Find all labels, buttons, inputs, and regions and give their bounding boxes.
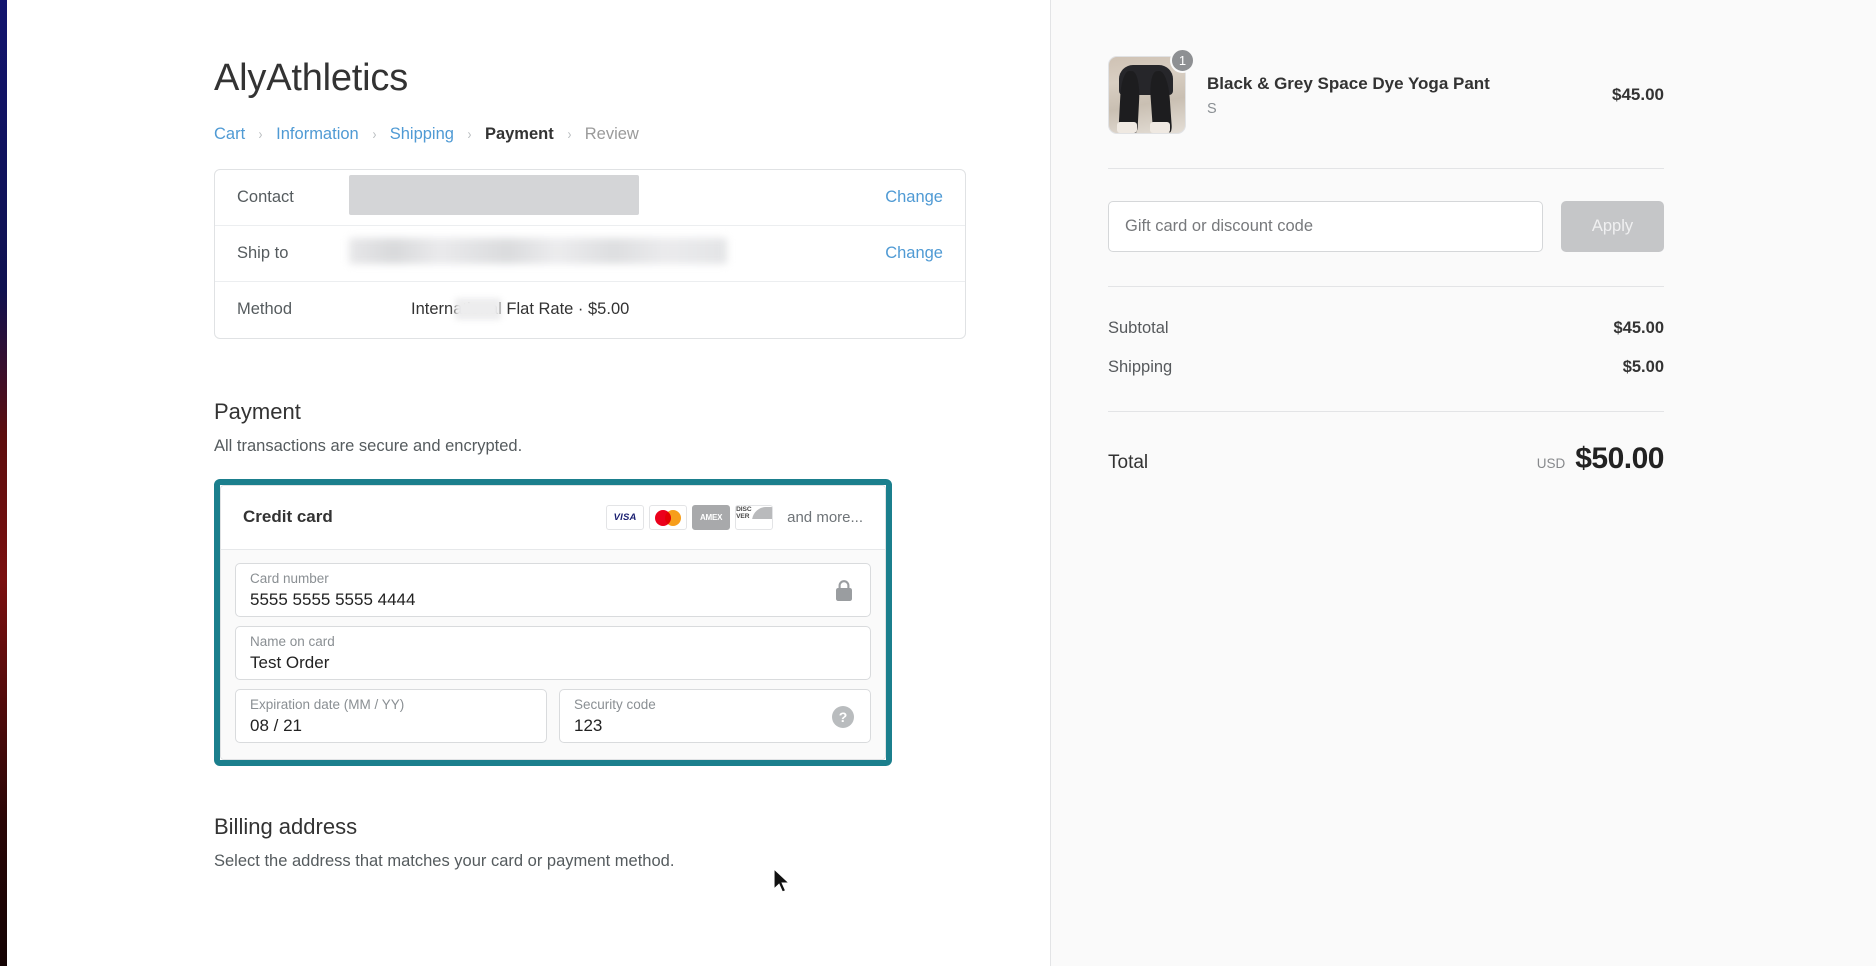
checkout-main-column: AlyAthletics Cart › Information › Shippi… — [0, 0, 1050, 966]
order-totals: Subtotal $45.00 Shipping $5.00 — [1108, 319, 1664, 377]
grand-total-row: Total USD $50.00 — [1108, 442, 1664, 476]
quantity-badge: 1 — [1170, 48, 1195, 73]
payment-heading: Payment — [214, 398, 301, 424]
more-brands-label: and more... — [787, 508, 863, 526]
expiration-date-value: 08 / 21 — [250, 715, 302, 735]
checkout-page: AlyAthletics Cart › Information › Shippi… — [0, 0, 1876, 966]
change-contact-link[interactable]: Change — [885, 188, 943, 207]
chevron-right-icon: › — [467, 125, 472, 143]
apply-discount-button[interactable]: Apply — [1561, 201, 1664, 252]
credit-card-fields: Card number 5555 5555 5555 4444 Name on … — [221, 549, 885, 759]
payment-section-header: Payment All transactions are secure and … — [214, 399, 1050, 456]
help-icon[interactable]: ? — [832, 705, 854, 728]
product-info: Black & Grey Space Dye Yoga Pant S — [1186, 73, 1612, 117]
subtotal-label: Subtotal — [1108, 319, 1169, 337]
card-number-label: Card number — [250, 570, 329, 586]
discount-code-row: Apply — [1108, 201, 1664, 252]
subtotal-value: $45.00 — [1613, 319, 1664, 337]
security-code-value: 123 — [574, 715, 603, 735]
window-edge-artifact — [0, 0, 7, 966]
shipping-label: Shipping — [1108, 358, 1173, 376]
card-number-value: 5555 5555 5555 4444 — [250, 589, 416, 609]
subtotal-line: Subtotal $45.00 — [1108, 319, 1664, 338]
product-price: $45.00 — [1612, 85, 1664, 104]
currency-code: USD — [1536, 456, 1566, 471]
card-number-field[interactable]: Card number 5555 5555 5555 4444 — [235, 562, 871, 617]
ship-to-value — [349, 237, 885, 269]
page-title: AlyAthletics — [214, 57, 409, 99]
billing-subtitle: Select the address that matches your car… — [214, 851, 675, 870]
shipping-value: $5.00 — [1622, 358, 1664, 376]
redacted-address-value — [349, 237, 727, 264]
product-thumbnail-wrap: 1 — [1108, 48, 1195, 134]
ship-to-row: Ship to Change — [215, 226, 965, 282]
breadcrumb-item-cart[interactable]: Cart — [214, 125, 245, 144]
shipping-line: Shipping $5.00 — [1108, 358, 1664, 377]
order-summary-sidebar: 1 Black & Grey Space Dye Yoga Pant S $45… — [1050, 0, 1876, 966]
breadcrumb-item-payment: Payment — [484, 124, 554, 143]
mouse-cursor — [772, 867, 792, 901]
credit-card-label: Credit card — [243, 507, 333, 527]
total-label: Total — [1108, 452, 1149, 473]
credit-card-header[interactable]: Credit card VISA AMEX DISC VER and more.… — [221, 485, 885, 550]
mastercard-logo-icon — [649, 504, 688, 530]
breadcrumb-item-information[interactable]: Information — [276, 125, 359, 144]
product-variant: S — [1207, 101, 1217, 118]
contact-row: Contact Change — [215, 170, 965, 226]
payment-method-highlight: Credit card VISA AMEX DISC VER and more.… — [214, 478, 892, 766]
method-label: Method — [237, 300, 293, 319]
contact-value — [349, 174, 885, 220]
ship-to-label: Ship to — [237, 243, 289, 262]
chevron-right-icon: › — [258, 125, 263, 143]
breadcrumb: Cart › Information › Shipping › Payment … — [214, 125, 1050, 144]
lock-icon — [834, 579, 854, 608]
security-code-field[interactable]: Security code 123 ? — [559, 688, 871, 743]
divider — [1108, 168, 1664, 169]
credit-card-panel: Credit card VISA AMEX DISC VER and more.… — [220, 484, 886, 760]
discount-code-input[interactable] — [1108, 201, 1543, 252]
method-value: International Flat Rate · $5.00 — [411, 300, 630, 319]
redacted-method-artifact — [455, 297, 501, 320]
divider — [1108, 286, 1664, 287]
divider — [1108, 411, 1664, 412]
security-code-label: Security code — [574, 696, 656, 712]
payment-subtitle: All transactions are secure and encrypte… — [214, 436, 523, 455]
name-on-card-label: Name on card — [250, 633, 335, 649]
chevron-right-icon: › — [567, 125, 572, 143]
total-amount: $50.00 — [1575, 442, 1664, 475]
name-on-card-value: Test Order — [250, 652, 330, 672]
cart-line-item: 1 Black & Grey Space Dye Yoga Pant S $45… — [1108, 48, 1664, 134]
name-on-card-field[interactable]: Name on card Test Order — [235, 625, 871, 680]
order-details-card: Contact Change Ship to Change Method Int… — [214, 168, 966, 339]
redacted-contact-value — [349, 174, 639, 215]
product-title: Black & Grey Space Dye Yoga Pant — [1207, 73, 1490, 93]
contact-label: Contact — [237, 187, 294, 206]
amex-logo-icon: AMEX — [692, 504, 731, 530]
billing-heading: Billing address — [214, 813, 358, 839]
accepted-card-brands: VISA AMEX DISC VER and more... — [606, 504, 863, 530]
breadcrumb-item-shipping[interactable]: Shipping — [390, 125, 454, 144]
expiry-security-row: Expiration date (MM / YY) 08 / 21 Securi… — [235, 688, 871, 743]
billing-section-header: Billing address Select the address that … — [214, 814, 1050, 871]
breadcrumb-item-review: Review — [584, 124, 639, 143]
visa-logo-icon: VISA — [606, 504, 645, 530]
chevron-right-icon: › — [372, 125, 377, 143]
expiration-date-field[interactable]: Expiration date (MM / YY) 08 / 21 — [235, 688, 547, 743]
shipping-method-row: Method International Flat Rate · $5.00 — [215, 282, 965, 338]
expiration-date-label: Expiration date (MM / YY) — [250, 696, 405, 712]
change-shipping-address-link[interactable]: Change — [885, 244, 943, 263]
discover-logo-icon: DISC VER — [735, 504, 774, 530]
